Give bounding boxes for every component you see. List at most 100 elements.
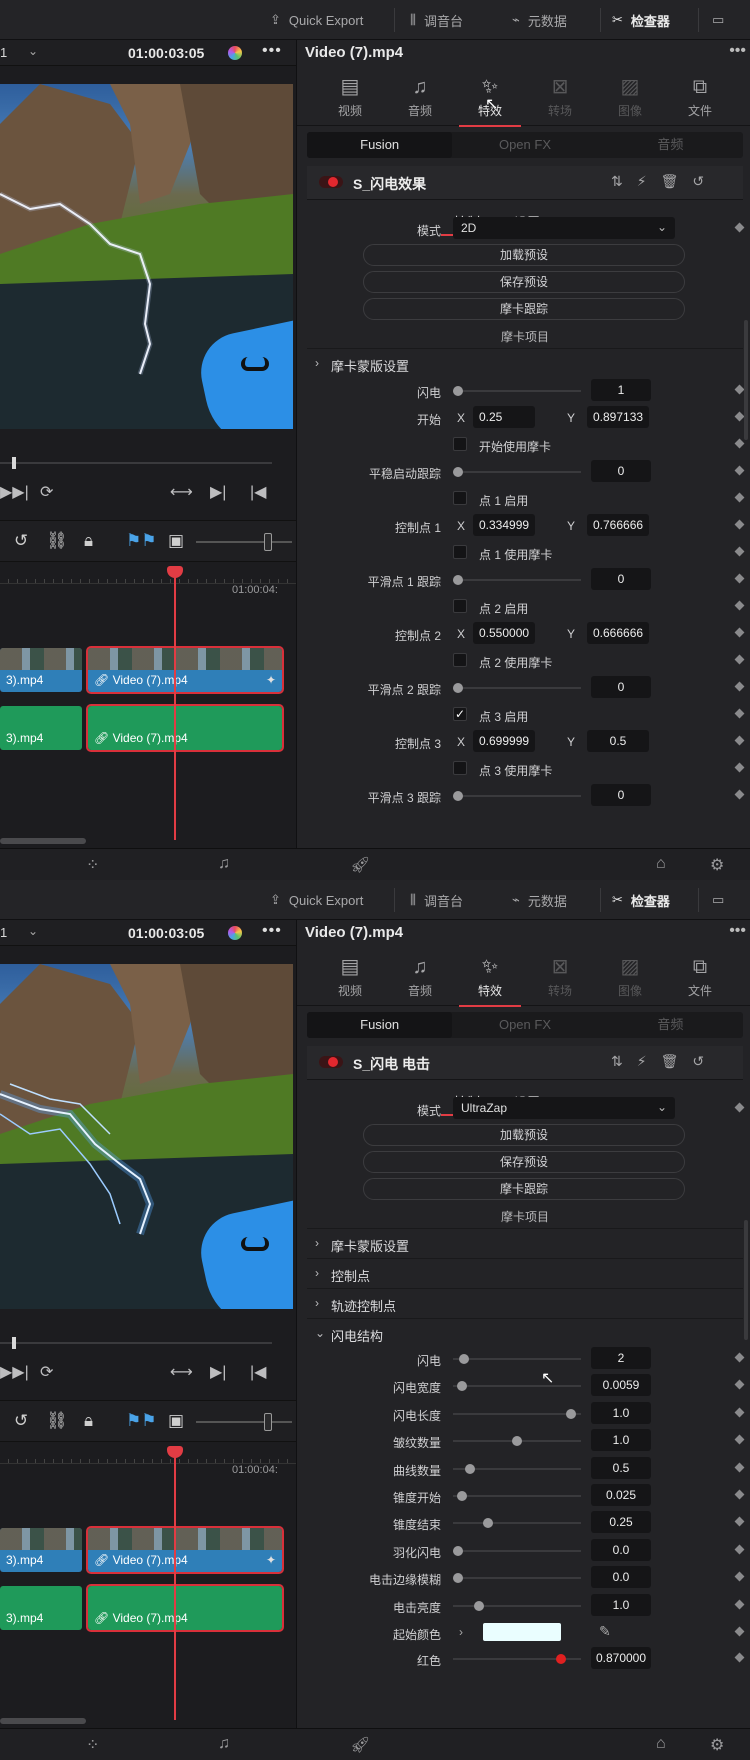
- timeline-video-clip-selected[interactable]: 🔗︎ Video (7).mp4 ✦: [86, 646, 284, 694]
- prev-clip-icon[interactable]: |◀: [250, 1362, 266, 1382]
- eyedropper-icon[interactable]: ✎: [599, 1623, 611, 1640]
- param-slider[interactable]: [453, 1381, 581, 1391]
- tab-audio[interactable]: ♫ 音频: [389, 74, 451, 124]
- trash-icon[interactable]: 🗑︎: [661, 1053, 679, 1069]
- tab-video[interactable]: ▤ 视频: [319, 74, 381, 124]
- segment-openfx[interactable]: Open FX: [452, 1012, 597, 1038]
- param-value[interactable]: 0.5: [591, 1457, 651, 1479]
- load-preset-button[interactable]: 加载预设: [363, 1124, 685, 1146]
- scrub-bar[interactable]: [0, 457, 272, 469]
- reorder-icon[interactable]: ⇅: [611, 173, 623, 189]
- keyframe-icon[interactable]: [734, 465, 745, 476]
- section-lightning-structure[interactable]: ⌄ 闪电结构: [307, 1318, 743, 1348]
- keyframe-icon[interactable]: [734, 438, 745, 449]
- zoom-handle[interactable]: [264, 533, 272, 551]
- load-preset-button[interactable]: 加载预设: [363, 244, 685, 266]
- chevron-down-icon[interactable]: ⌄: [28, 44, 38, 58]
- flag-icon[interactable]: ⚑⚑: [126, 531, 156, 551]
- start-color-swatch[interactable]: [483, 1623, 561, 1641]
- reset-icon[interactable]: ↺: [692, 173, 704, 189]
- lock-icon[interactable]: 🔒︎: [84, 531, 93, 551]
- timeline-video-clip[interactable]: 3).mp4: [0, 1528, 82, 1572]
- param-slider-handle[interactable]: [465, 1464, 475, 1474]
- chevron-down-icon[interactable]: ⌄: [28, 924, 38, 938]
- param-slider[interactable]: [453, 1491, 581, 1501]
- param-value[interactable]: 2: [591, 1347, 651, 1369]
- fairlight-page-icon[interactable]: ♫: [218, 855, 230, 873]
- tab-transition[interactable]: ⊠ 转场: [529, 74, 591, 124]
- param-slider[interactable]: [453, 1409, 581, 1419]
- link-icon[interactable]: ⛓: [46, 531, 68, 551]
- keyframe-icon[interactable]: [734, 573, 745, 584]
- param-value[interactable]: 1.0: [591, 1429, 651, 1451]
- keyframe-icon[interactable]: [734, 1462, 745, 1473]
- match-frame-icon[interactable]: ⟷: [170, 482, 193, 502]
- next-clip-icon[interactable]: ▶|: [210, 482, 226, 502]
- param-value[interactable]: 0.25: [591, 1511, 651, 1533]
- keyframe-icon[interactable]: [734, 1352, 745, 1363]
- reset-icon[interactable]: ↺: [692, 1053, 704, 1069]
- p1-enable-checkbox[interactable]: [453, 491, 467, 505]
- magic-wand-icon[interactable]: ⚡: [637, 173, 647, 189]
- tab-file[interactable]: ⧉ 文件: [669, 954, 731, 1004]
- start-y-field[interactable]: 0.897133: [587, 406, 649, 428]
- section-control-points[interactable]: › 控制点: [307, 1258, 743, 1288]
- fullscreen-icon[interactable]: ▭: [712, 0, 724, 40]
- tab-image[interactable]: ▨ 图像: [599, 74, 661, 124]
- section-trail-control-points[interactable]: › 轨迹控制点: [307, 1288, 743, 1318]
- zoom-handle[interactable]: [264, 1413, 272, 1431]
- param-slider-handle[interactable]: [566, 1409, 576, 1419]
- keyframe-icon[interactable]: [734, 411, 745, 422]
- keyframe-icon[interactable]: [734, 1599, 745, 1610]
- keyframe-icon[interactable]: [734, 600, 745, 611]
- param-slider[interactable]: [453, 1573, 581, 1583]
- timeline-audio-clip[interactable]: 3).mp4: [0, 1586, 82, 1630]
- keyframe-icon[interactable]: [734, 519, 745, 530]
- tab-audio[interactable]: ♫ 音频: [389, 954, 451, 1004]
- more-icon[interactable]: •••: [262, 922, 282, 940]
- home-icon[interactable]: ⌂: [656, 855, 666, 873]
- cut-page-icon[interactable]: ⁘: [86, 1735, 99, 1755]
- more-icon[interactable]: •••: [262, 42, 282, 60]
- match-frame-icon[interactable]: ⟷: [170, 1362, 193, 1382]
- param-slider-handle[interactable]: [483, 1518, 493, 1528]
- param-slider[interactable]: [453, 1436, 581, 1446]
- section-mask-settings[interactable]: › 摩卡蒙版设置: [307, 1228, 743, 1258]
- snapping-icon[interactable]: ↺: [14, 531, 28, 551]
- timeline-video-clip[interactable]: 3).mp4: [0, 648, 82, 692]
- segment-openfx[interactable]: Open FX: [452, 132, 597, 158]
- save-preset-button[interactable]: 保存预设: [363, 271, 685, 293]
- color-wheel-icon[interactable]: [228, 926, 242, 940]
- effect-enable-toggle[interactable]: [319, 1056, 343, 1068]
- param-value[interactable]: 0.0059: [591, 1374, 651, 1396]
- start-use-mocha-checkbox[interactable]: [453, 437, 467, 451]
- param-slider[interactable]: [453, 1518, 581, 1528]
- inspector-button[interactable]: ✂ 检查器: [612, 880, 670, 920]
- lock-icon[interactable]: 🔒︎: [84, 1411, 93, 1431]
- loop-icon[interactable]: ⟳: [40, 1362, 53, 1382]
- keyframe-icon[interactable]: [734, 789, 745, 800]
- tab-image[interactable]: ▨ 图像: [599, 954, 661, 1004]
- p3-enable-checkbox[interactable]: ✓: [453, 707, 467, 721]
- timeline-video-clip-selected[interactable]: 🔗︎ Video (7).mp4 ✦: [86, 1526, 284, 1574]
- next-clip-icon[interactable]: ▶|: [210, 1362, 226, 1382]
- metadata-button[interactable]: ⌁ 元数据: [512, 880, 567, 920]
- keyframe-icon[interactable]: [734, 1407, 745, 1418]
- effect-enable-toggle[interactable]: [319, 176, 343, 188]
- keyframe-icon[interactable]: [734, 1434, 745, 1445]
- keyframe-icon[interactable]: [734, 384, 745, 395]
- scrub-bar[interactable]: [0, 1337, 272, 1349]
- reorder-icon[interactable]: ⇅: [611, 1053, 623, 1069]
- keyframe-icon[interactable]: [734, 654, 745, 665]
- red-value[interactable]: 0.870000: [591, 1647, 651, 1669]
- timeline-scrollbar[interactable]: [0, 838, 86, 844]
- keyframe-icon[interactable]: [734, 1544, 745, 1555]
- save-preset-button[interactable]: 保存预设: [363, 1151, 685, 1173]
- scrub-handle[interactable]: [12, 1337, 16, 1349]
- tab-effects[interactable]: ✨︎ 特效: [459, 954, 521, 1007]
- quick-export-button[interactable]: ⇪ Quick Export: [270, 880, 363, 920]
- param-slider[interactable]: [453, 1354, 581, 1364]
- inspector-scrollbar[interactable]: [744, 320, 748, 440]
- more-icon[interactable]: •••: [729, 922, 746, 940]
- prev-clip-icon[interactable]: |◀: [250, 482, 266, 502]
